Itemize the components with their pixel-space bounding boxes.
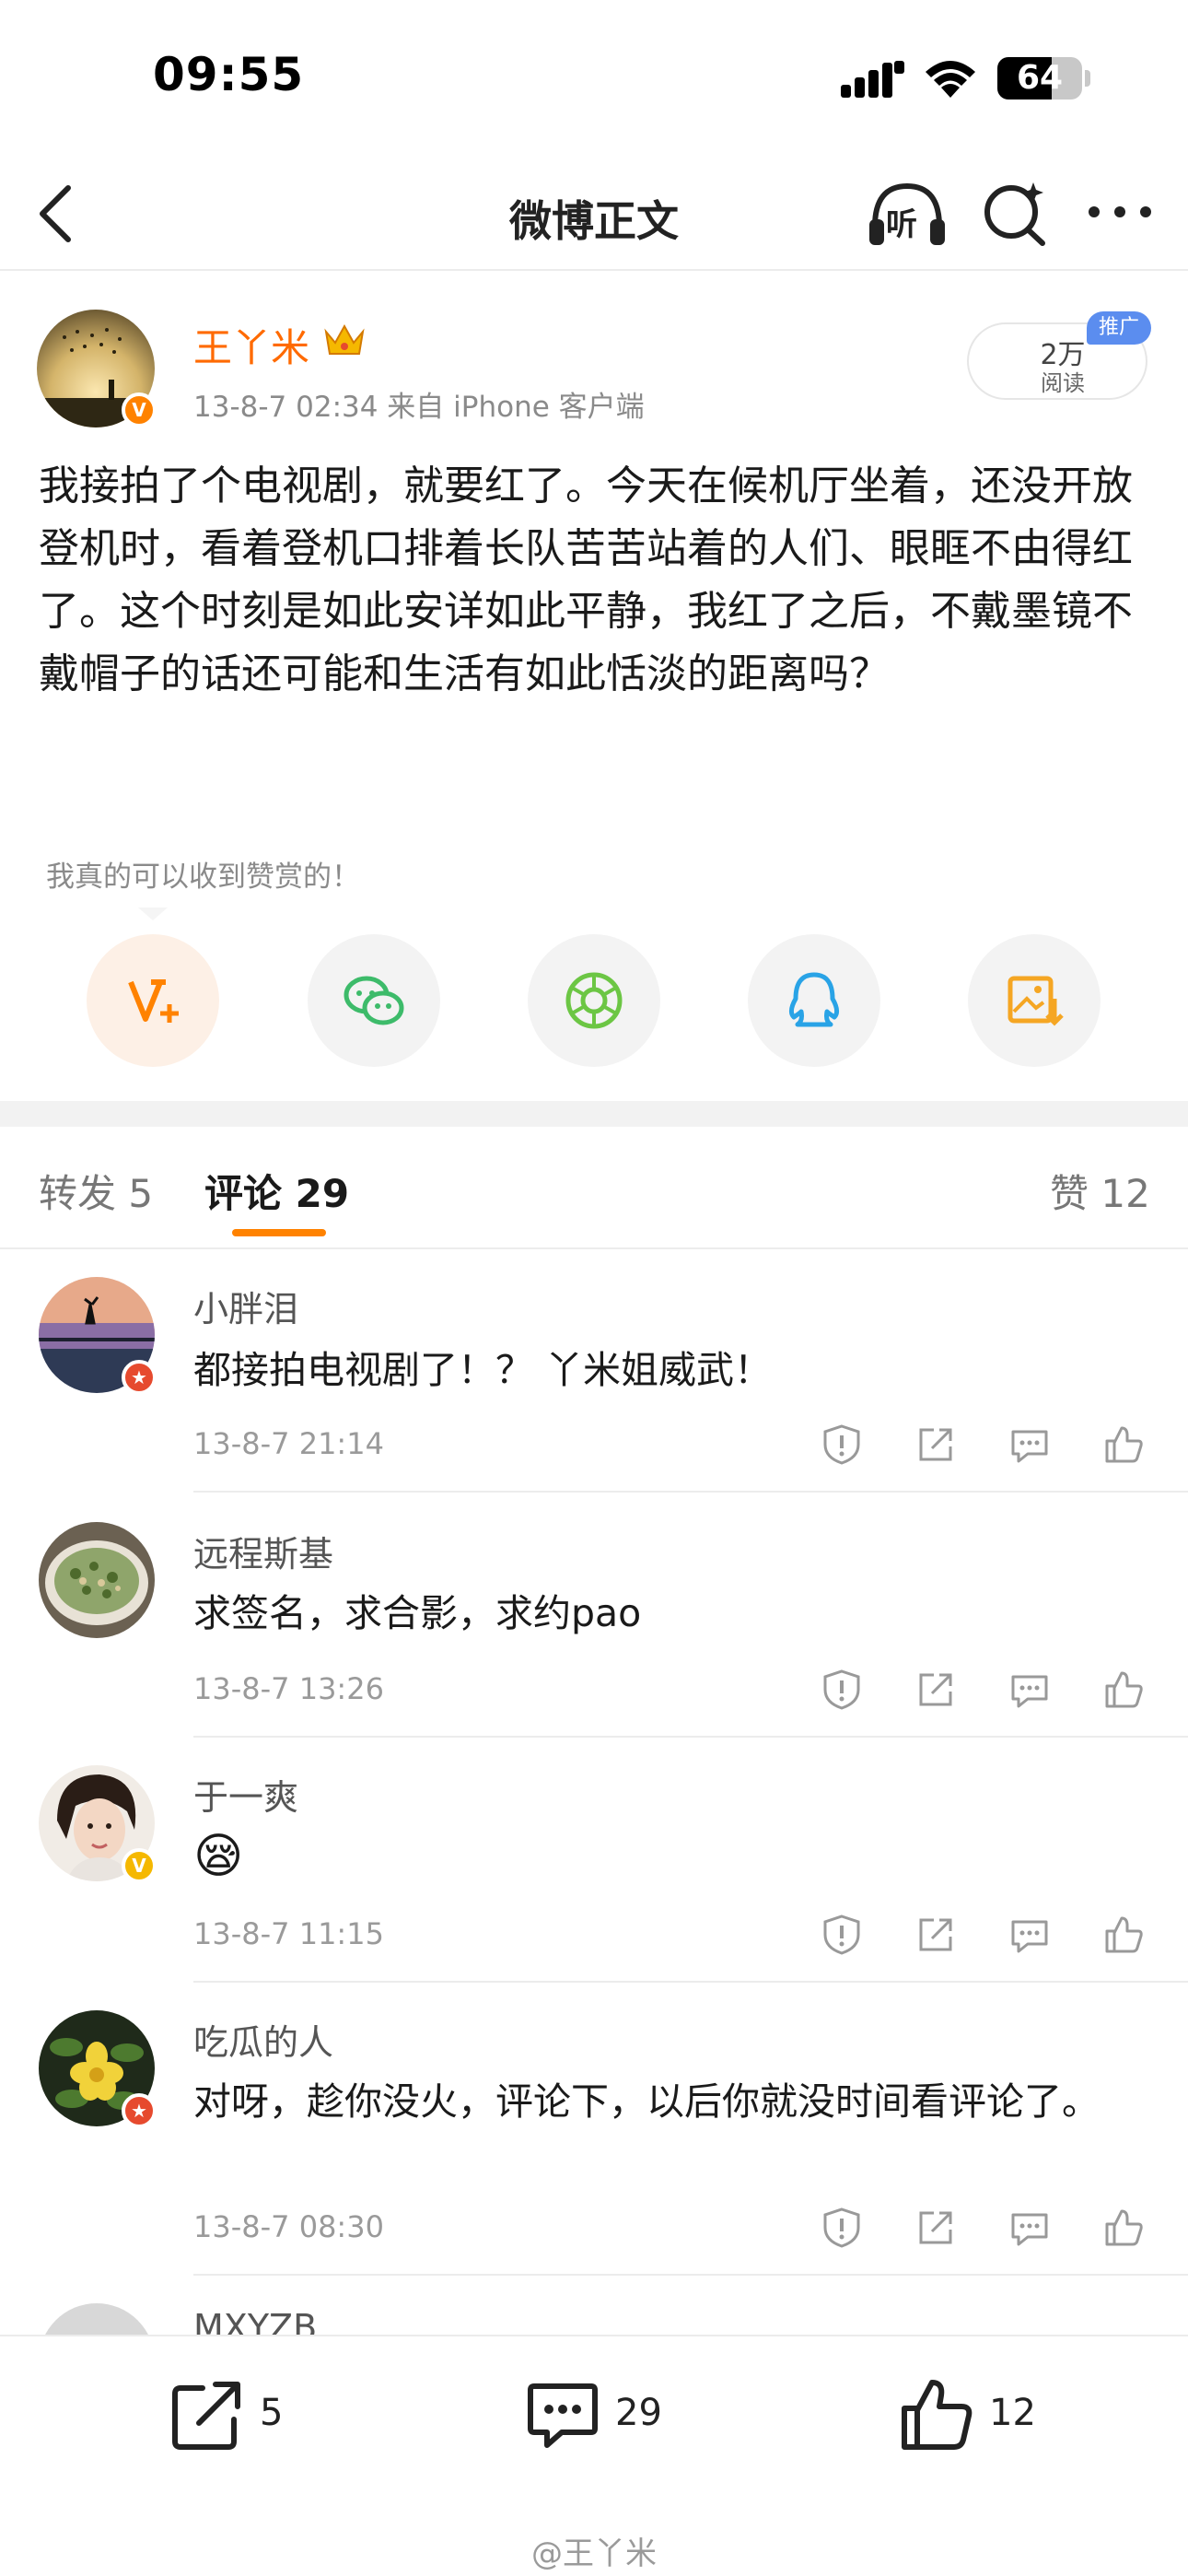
- share-icon[interactable]: [914, 1423, 958, 1467]
- search-sparkle-icon[interactable]: [978, 177, 1052, 251]
- verified-badge: V: [122, 1848, 157, 1883]
- qq-icon: [788, 972, 840, 1027]
- member-badge: ★: [122, 2093, 157, 2128]
- repost-icon[interactable]: [169, 2377, 245, 2453]
- like-count[interactable]: 12: [989, 2392, 1036, 2434]
- author-name[interactable]: 王丫米: [193, 317, 309, 373]
- comment-separator: [193, 1981, 1188, 1983]
- comment-author[interactable]: 小胖泪: [193, 1281, 298, 1331]
- like-icon[interactable]: [1101, 1423, 1146, 1467]
- repost-count[interactable]: 5: [260, 2392, 283, 2434]
- tab-divider: [0, 1247, 1188, 1249]
- comment-separator: [193, 1491, 1188, 1493]
- comment-time: 13-8-7 13:26: [193, 1671, 384, 1706]
- reply-icon[interactable]: [1007, 1423, 1052, 1467]
- reward-button[interactable]: [87, 934, 219, 1067]
- report-icon[interactable]: [820, 1668, 864, 1712]
- crown-icon: [324, 323, 365, 355]
- listen-label: 听: [886, 206, 917, 243]
- reward-tip: 我真的可以收到赞赏的！: [46, 861, 360, 894]
- section-divider: [0, 1101, 1188, 1127]
- report-icon[interactable]: [820, 1913, 864, 1957]
- member-badge: ★: [122, 1360, 157, 1395]
- comment-separator: [193, 1736, 1188, 1738]
- tab-likes[interactable]: 赞 12: [1050, 1163, 1150, 1219]
- comment-author[interactable]: 远程斯基: [193, 1526, 333, 1576]
- save-image-button[interactable]: [968, 934, 1101, 1067]
- read-label: 阅读: [1041, 370, 1085, 396]
- comment-author[interactable]: 于一爽: [193, 1769, 298, 1820]
- status-bar: 09:55 64: [0, 0, 1188, 157]
- reply-icon[interactable]: [1007, 1913, 1052, 1957]
- battery-level: 64: [1016, 59, 1064, 97]
- promo-tag: 推广: [1087, 311, 1151, 345]
- reply-icon[interactable]: [1007, 2206, 1052, 2250]
- reward-icon: [128, 979, 179, 1023]
- post-body: 我接拍了个电视剧，就要红了。今天在候机厅坐着，还没开放登机时，看着登机口排着长队…: [39, 463, 1133, 697]
- listen-button[interactable]: 听: [866, 175, 949, 252]
- reward-tip-arrow: [138, 907, 168, 920]
- verified-badge: V: [122, 392, 157, 427]
- save-image-icon: [1007, 976, 1064, 1026]
- comment-emoji: 😪: [193, 1829, 244, 1884]
- like-icon[interactable]: [899, 2377, 974, 2453]
- tab-comments[interactable]: 评论 29: [204, 1163, 349, 1219]
- report-icon[interactable]: [820, 1423, 864, 1467]
- moments-icon: [565, 972, 623, 1029]
- comment-avatar[interactable]: [39, 1522, 155, 1638]
- comment-time: 13-8-7 21:14: [193, 1426, 384, 1461]
- tab-repost[interactable]: 转发 5: [39, 1163, 153, 1219]
- like-icon[interactable]: [1101, 2206, 1146, 2250]
- share-moments-button[interactable]: [528, 934, 660, 1067]
- wifi-icon: [926, 61, 975, 98]
- cellular-signal-icon: [841, 61, 905, 98]
- report-icon[interactable]: [820, 2206, 864, 2250]
- comment-time: 13-8-7 11:15: [193, 1916, 384, 1951]
- battery-indicator: 64: [997, 57, 1082, 100]
- status-time: 09:55: [153, 48, 305, 101]
- wechat-icon: [344, 976, 404, 1025]
- like-icon[interactable]: [1101, 1668, 1146, 1712]
- comment-author[interactable]: 吃瓜的人: [193, 2014, 333, 2065]
- share-icon[interactable]: [914, 2206, 958, 2250]
- like-icon[interactable]: [1101, 1913, 1146, 1957]
- bottom-action-bar: 5 29 12 @王丫米: [0, 2335, 1188, 2576]
- share-icon[interactable]: [914, 1668, 958, 1712]
- comment-text: 都接拍电视剧了！？ 丫米姐威武！: [193, 1348, 773, 1392]
- share-qq-button[interactable]: [748, 934, 880, 1067]
- share-wechat-button[interactable]: [308, 934, 440, 1067]
- active-tab-indicator: [232, 1229, 326, 1236]
- comment-separator: [193, 2274, 1188, 2276]
- watermark: @王丫米: [531, 2535, 657, 2572]
- reply-icon[interactable]: [1007, 1668, 1052, 1712]
- comment-time: 13-8-7 08:30: [193, 2209, 384, 2244]
- comment-text: 求签名，求合影，求约pao: [193, 1591, 642, 1635]
- battery-tip: [1085, 70, 1090, 87]
- comment-count[interactable]: 29: [615, 2392, 662, 2434]
- comment-icon[interactable]: [525, 2377, 600, 2453]
- comment-text: 对呀，趁你没火，评论下，以后你就没时间看评论了。: [193, 2079, 1100, 2124]
- nav-bar: 微博正文 听: [0, 157, 1188, 271]
- post-meta: 13-8-7 02:34 来自 iPhone 客户端: [193, 391, 645, 424]
- share-icon[interactable]: [914, 1913, 958, 1957]
- more-icon[interactable]: [1083, 201, 1157, 223]
